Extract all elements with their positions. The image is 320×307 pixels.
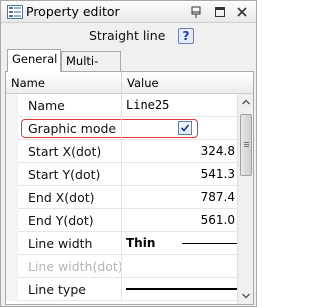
row-divider [121,117,122,140]
object-type-row: Straight line ? [1,25,256,47]
help-icon[interactable]: ? [178,28,194,44]
scroll-down-arrow-icon[interactable] [238,288,254,304]
row-gutter [6,255,18,278]
property-value[interactable]: 561.0 [201,213,235,227]
property-label: Graphic mode [28,121,117,136]
row-divider [121,140,122,163]
property-row-line-type[interactable]: Line type [6,278,237,301]
row-gutter [6,278,18,301]
scroll-up-arrow-icon[interactable] [238,94,254,110]
line-width-preview [182,243,237,244]
property-row-end-y[interactable]: End Y(dot) 561.0 [6,209,237,232]
line-type-preview[interactable] [126,288,237,290]
row-divider [121,163,122,186]
property-value[interactable]: Line25 [126,98,169,112]
row-gutter [6,186,18,209]
row-gutter [6,117,18,140]
property-row-start-y[interactable]: Start Y(dot) 541.3 [6,163,237,186]
property-row-start-x[interactable]: Start X(dot) 324.8 [6,140,237,163]
row-divider [121,94,122,117]
title-bar[interactable]: Property editor [1,1,256,23]
checkmark-icon [180,124,190,132]
property-editor-window: Property editor Straight line ? General … [0,0,257,307]
line-width-value[interactable]: Thin [126,236,155,250]
property-value[interactable]: 787.4 [201,190,235,204]
column-header-value[interactable]: Value [127,76,159,90]
property-editor-icon [7,5,23,19]
row-divider [121,209,122,232]
vertical-scrollbar[interactable] [237,94,253,304]
grid-header: Name Value [6,72,253,94]
property-row-name[interactable]: Name Line25 [6,94,237,117]
column-header-name[interactable]: Name [11,76,45,90]
property-label: Name [28,98,65,113]
property-row-graphic-mode[interactable]: Graphic mode [6,117,237,140]
property-row-line-width[interactable]: Line width Thin [6,232,237,255]
window-title: Property editor [26,4,120,19]
property-label: Line type [28,282,86,297]
row-gutter [6,140,18,163]
tab-multi-page[interactable]: Multi-page [61,51,121,86]
row-divider [121,186,122,209]
object-type-label: Straight line [89,28,166,43]
grip-icon [244,142,249,147]
row-gutter [6,94,18,117]
graphic-mode-checkbox[interactable] [178,121,192,135]
pin-icon[interactable] [188,4,204,20]
property-row-end-x[interactable]: End X(dot) 787.4 [6,186,237,209]
column-divider[interactable] [121,72,122,94]
property-row-line-width-dot: Line width(dot) [6,255,237,278]
scroll-thumb[interactable] [240,114,252,176]
row-gutter [6,232,18,255]
property-rows: Name Line25 Graphic mode Start X(dot) 32… [6,94,237,304]
property-label: Start X(dot) [28,144,102,159]
row-divider [121,232,122,255]
row-gutter [6,163,18,186]
property-label: Start Y(dot) [28,167,101,182]
property-label: Line width(dot) [28,259,123,274]
property-label: End X(dot) [28,190,95,205]
property-value[interactable]: 541.3 [201,167,235,181]
maximize-icon[interactable] [212,4,228,20]
property-label: End Y(dot) [28,213,94,228]
row-divider [121,255,122,278]
tab-general[interactable]: General [7,49,61,72]
property-value[interactable]: 324.8 [201,144,235,158]
property-grid: Name Value Name Line25 Graphic mode Star… [5,71,254,305]
close-icon[interactable] [234,4,250,20]
row-divider [121,278,122,301]
row-gutter [6,209,18,232]
property-label: Line width [28,236,93,251]
